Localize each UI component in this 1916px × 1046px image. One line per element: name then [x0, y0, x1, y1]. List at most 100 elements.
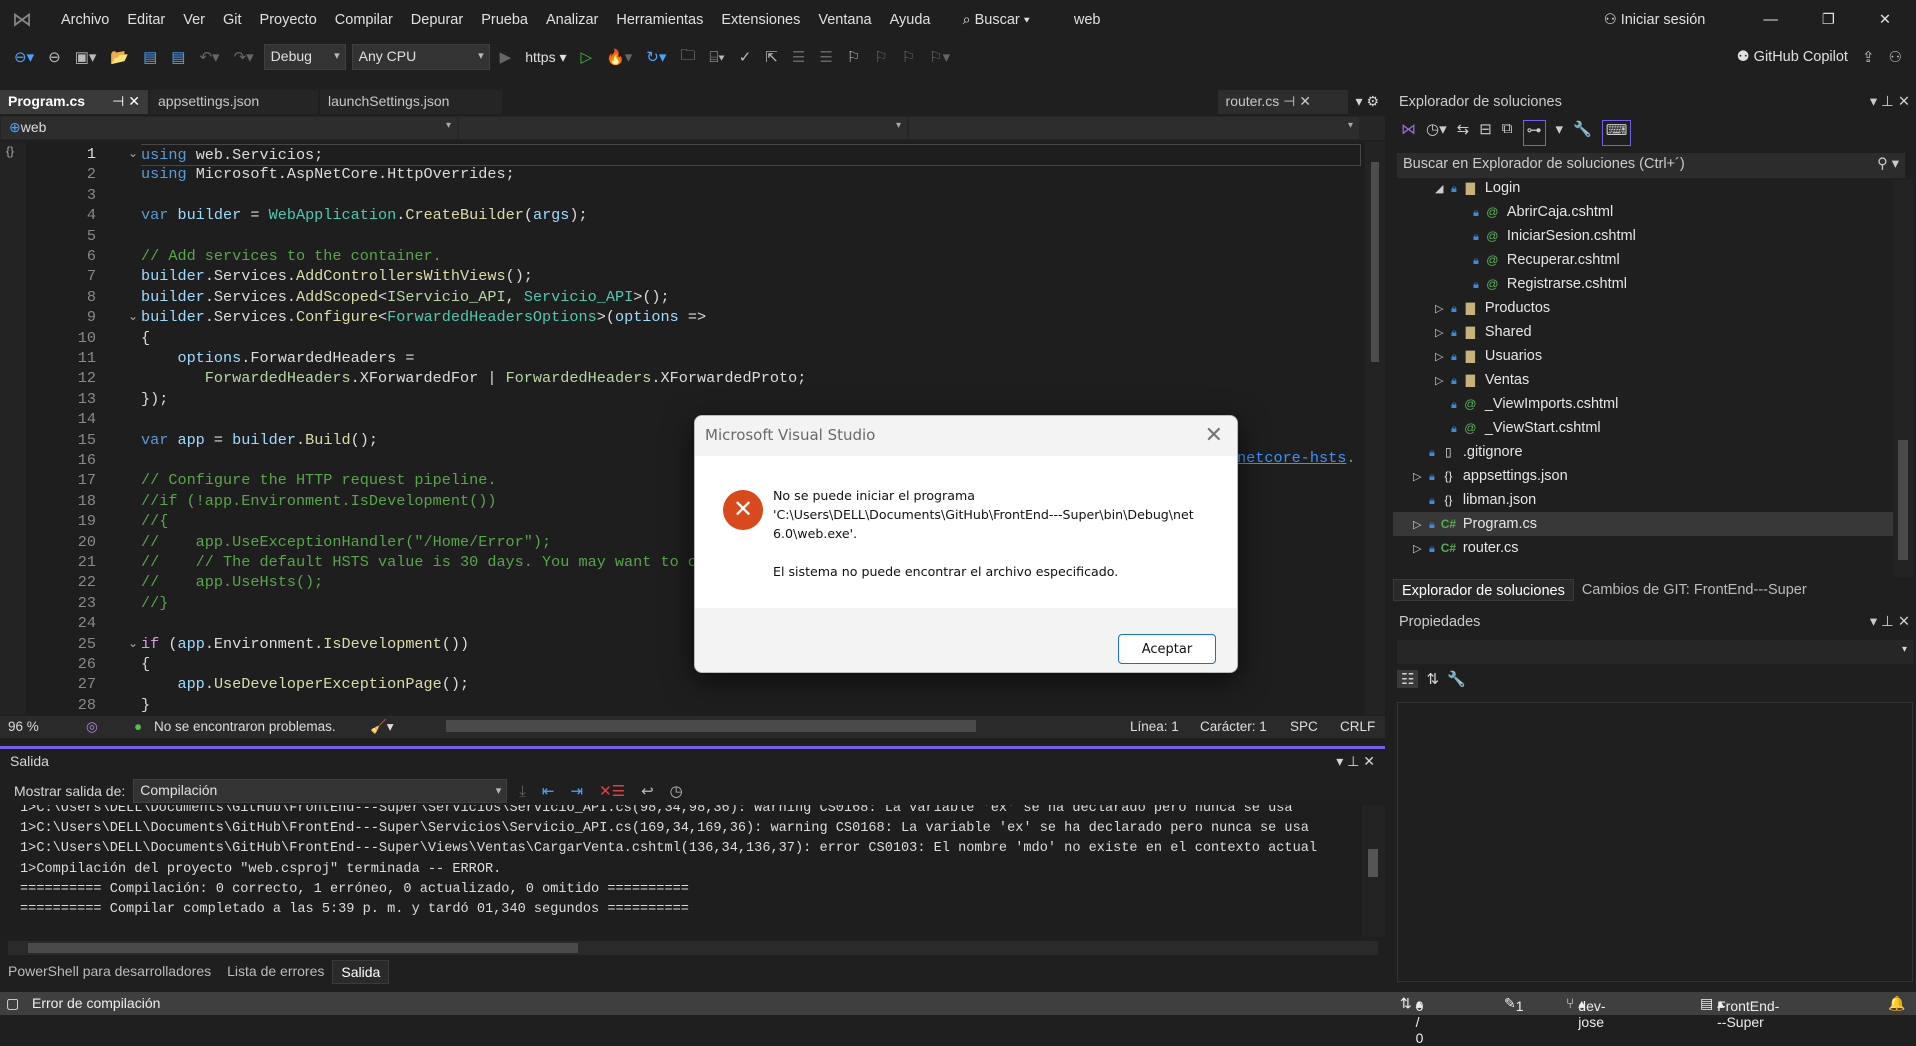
- output-text[interactable]: 1>C:\Users\DELL\Documents\GitHub\FrontEn…: [0, 805, 1362, 937]
- editor-scrollbar[interactable]: [1365, 142, 1385, 714]
- menu-ventana[interactable]: Ventana: [809, 12, 880, 28]
- fold-chevron-icon[interactable]: ⌄: [128, 634, 138, 654]
- menu-compilar[interactable]: Compilar: [326, 12, 402, 28]
- categorized-icon[interactable]: ☷: [1397, 670, 1419, 688]
- close-icon[interactable]: ✕: [1205, 422, 1223, 448]
- solution-search-input[interactable]: Buscar en Explorador de soluciones (Ctrl…: [1397, 153, 1905, 178]
- word-wrap-icon[interactable]: ↩: [637, 782, 658, 800]
- vs-solution-icon[interactable]: ⋈: [1401, 120, 1416, 146]
- tree-item[interactable]: 🔒︎ @ Recuperar.cshtml: [1393, 248, 1893, 272]
- tab-program-cs[interactable]: Program.cs ⊣ ✕: [0, 90, 148, 114]
- timestamp-icon[interactable]: ◷: [666, 782, 687, 800]
- expander-icon[interactable]: ▷: [1435, 297, 1451, 321]
- tree-item[interactable]: ▷ 🔒︎ {} appsettings.json: [1393, 464, 1893, 488]
- clear-all-icon[interactable]: ✕☰: [595, 782, 629, 800]
- tree-item[interactable]: 🔒︎ ▯ .gitignore: [1393, 440, 1893, 464]
- bookmark-prev-icon[interactable]: ⚐: [870, 48, 891, 66]
- platform-select[interactable]: Any CPU: [351, 44, 490, 70]
- code-line[interactable]: 3: [0, 185, 1360, 205]
- problems-status[interactable]: No se encontraron problemas.: [154, 719, 336, 734]
- tree-item[interactable]: ▷ 🔒︎ ▇ Productos: [1393, 296, 1893, 320]
- back-icon[interactable]: ⊖▾: [10, 48, 38, 66]
- spell-check-icon[interactable]: ✓: [735, 48, 756, 66]
- tab-appsettings[interactable]: appsettings.json: [150, 90, 318, 114]
- type-select[interactable]: [459, 117, 907, 139]
- notifications-icon[interactable]: 🔔: [1888, 995, 1905, 1012]
- fold-chevron-icon[interactable]: ⌄: [128, 307, 138, 327]
- wrench-icon[interactable]: 🔧: [1573, 120, 1592, 146]
- refresh-icon[interactable]: ↻▾: [642, 48, 670, 66]
- maximize-button[interactable]: ❐: [1813, 12, 1844, 28]
- tree-item[interactable]: ◢ 🔒︎ ▇ Login: [1393, 180, 1893, 200]
- horizontal-scrollbar[interactable]: [446, 720, 976, 732]
- bookmark-icon[interactable]: ⚐: [843, 48, 864, 66]
- tab-launchsettings[interactable]: launchSettings.json: [320, 90, 502, 114]
- tree-item[interactable]: 🔒︎ {} libman.json: [1393, 488, 1893, 512]
- undo-icon[interactable]: ↶▾: [195, 48, 223, 66]
- code-line[interactable]: 5: [0, 226, 1360, 246]
- run-profile-button[interactable]: https ▾: [521, 49, 570, 66]
- tab-solution-explorer[interactable]: Explorador de soluciones: [1393, 579, 1574, 601]
- pin-close-icon[interactable]: ⊣ ✕: [112, 93, 140, 110]
- code-line[interactable]: 4 var builder = WebApplication.CreateBuil…: [0, 205, 1360, 225]
- scrollbar-thumb[interactable]: [28, 943, 578, 953]
- code-line[interactable]: 13});: [0, 389, 1360, 409]
- github-copilot-button[interactable]: ⚉ GitHub Copilot: [1733, 49, 1852, 65]
- code-line[interactable]: 8 builder.Services.AddScoped<IServicio_AP…: [0, 287, 1360, 307]
- menu-herramientas[interactable]: Herramientas: [607, 12, 712, 28]
- sign-in-button[interactable]: ⚇ Iniciar sesión: [1595, 12, 1715, 28]
- menu-editar[interactable]: Editar: [118, 12, 174, 28]
- tab-git-changes[interactable]: Cambios de GIT: FrontEnd---Super: [1574, 579, 1815, 601]
- cursor-icon[interactable]: ⇱: [761, 48, 782, 66]
- tree-item[interactable]: 🔒︎ @ Registrarse.cshtml: [1393, 272, 1893, 296]
- member-select[interactable]: [909, 117, 1359, 139]
- code-link-fragment[interactable]: netcore-hsts.: [1237, 448, 1377, 468]
- property-pages-icon[interactable]: 🔧: [1447, 670, 1466, 688]
- pending-changes[interactable]: ✎ 1: [1504, 995, 1524, 1014]
- feedback-icon[interactable]: ⚇: [1885, 48, 1906, 66]
- code-line[interactable]: 12 ForwardedHeaders.XForwardedFor | Forw…: [0, 368, 1360, 388]
- tab-powershell[interactable]: PowerShell para desarrolladores: [0, 960, 219, 984]
- tree-item[interactable]: ▷ 🔒︎ C# router.cs: [1393, 536, 1893, 560]
- tree-item[interactable]: ▷ 🔒︎ ▇ Shared: [1393, 320, 1893, 344]
- expander-icon[interactable]: ▷: [1435, 369, 1451, 393]
- tree-item[interactable]: ▷ 🔒︎ ▇ Usuarios: [1393, 344, 1893, 368]
- minimize-button[interactable]: —: [1754, 12, 1787, 28]
- menu-ver[interactable]: Ver: [174, 12, 214, 28]
- properties-object-select[interactable]: ▾: [1397, 640, 1913, 664]
- tree-scrollbar[interactable]: [1893, 180, 1913, 577]
- expander-icon[interactable]: ◢: [1435, 180, 1451, 201]
- collapse-icon[interactable]: ⊟: [1479, 120, 1492, 146]
- tab-output[interactable]: Salida: [332, 960, 390, 984]
- tab-error-list[interactable]: Lista de errores: [219, 960, 332, 984]
- bookmark-next-icon[interactable]: ⚐: [898, 48, 919, 66]
- code-line[interactable]: 10 {: [0, 328, 1360, 348]
- code-line[interactable]: 28}: [0, 695, 1360, 714]
- code-line[interactable]: 1 ⌄ using web.Servicios;: [0, 144, 1361, 167]
- project-select[interactable]: ⊕web: [1, 117, 457, 139]
- expander-icon[interactable]: ▷: [1435, 345, 1451, 369]
- expander-icon[interactable]: ▷: [1435, 321, 1451, 345]
- menu-extensiones[interactable]: Extensiones: [712, 12, 809, 28]
- uncomment-icon[interactable]: ☰: [815, 48, 836, 66]
- menu-prueba[interactable]: Prueba: [472, 12, 537, 28]
- scrollbar-thumb[interactable]: [1898, 440, 1908, 560]
- output-scrollbar[interactable]: [1362, 805, 1385, 937]
- code-line[interactable]: 7 builder.Services.AddControllersWithView…: [0, 266, 1360, 286]
- menu-git[interactable]: Git: [214, 12, 251, 28]
- bookmark-clear-icon[interactable]: ⚐▾: [925, 48, 954, 66]
- menu-analizar[interactable]: Analizar: [537, 12, 607, 28]
- share-icon[interactable]: ⇪: [1858, 48, 1879, 66]
- expander-icon[interactable]: ▷: [1413, 513, 1429, 537]
- history-icon[interactable]: ◷▾: [1426, 120, 1447, 146]
- alphabetical-icon[interactable]: ⇅: [1426, 670, 1439, 688]
- panel-controls-icon[interactable]: ▾ ⊥ ✕: [1870, 94, 1910, 110]
- sync-status[interactable]: ⇅ 0 / 0 ▴: [1400, 995, 1423, 1046]
- pin-close-icon[interactable]: ⊣ ✕: [1283, 93, 1311, 109]
- tab-overflow-icon[interactable]: ▾ ⚙: [1350, 90, 1385, 114]
- new-project-icon[interactable]: ▣▾: [71, 48, 101, 66]
- save-all-icon[interactable]: ▤: [167, 48, 189, 66]
- eol-indicator[interactable]: CRLF: [1340, 719, 1375, 734]
- close-window-button[interactable]: ✕: [1870, 12, 1900, 28]
- configuration-select[interactable]: Debug: [263, 44, 346, 70]
